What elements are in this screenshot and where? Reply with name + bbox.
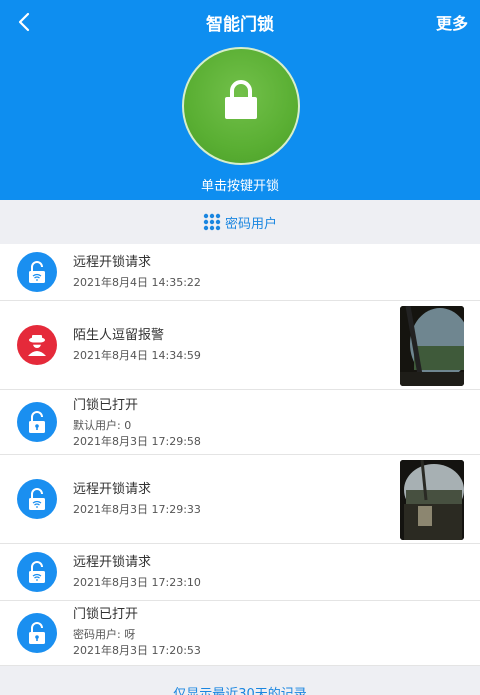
padlock-icon (225, 80, 257, 119)
password-users-button[interactable]: 密码用户 (0, 200, 480, 244)
snapshot-thumbnail[interactable] (400, 460, 464, 540)
unlock-button-label: 单击按键开锁 (200, 179, 279, 194)
list-item[interactable]: 远程开锁请求 2021年8月4日 14:35:22 (0, 244, 480, 301)
record-time: 2021年8月3日 17:23:10 (73, 576, 201, 589)
record-list: 远程开锁请求 2021年8月4日 14:35:22 陌生人逗留报警 2021年8… (0, 244, 480, 666)
record-time: 2021年8月3日 17:29:58 (73, 435, 201, 448)
record-title: 门锁已打开 (73, 398, 139, 413)
more-button[interactable]: 更多 (436, 10, 468, 34)
record-time: 2021年8月3日 17:29:33 (73, 503, 201, 516)
unlock-wifi-icon (17, 252, 57, 292)
unlock-icon (17, 613, 57, 653)
list-item[interactable]: 远程开锁请求 2021年8月3日 17:29:33 (0, 455, 480, 544)
snapshot-thumbnail[interactable] (400, 306, 464, 386)
unlock-button[interactable] (182, 47, 300, 165)
list-item[interactable]: 陌生人逗留报警 2021年8月4日 14:34:59 (0, 301, 480, 390)
keypad-icon (203, 213, 221, 231)
record-time: 2021年8月4日 14:34:59 (73, 349, 201, 362)
unlock-wifi-icon (17, 479, 57, 519)
record-user: 默认用户: 0 (73, 419, 132, 432)
record-time: 2021年8月4日 14:35:22 (73, 276, 201, 289)
record-time: 2021年8月3日 17:20:53 (73, 644, 201, 657)
page-title: 智能门锁 (206, 15, 274, 35)
list-item[interactable]: 门锁已打开 密码用户: 呀 2021年8月3日 17:20:53 (0, 601, 480, 666)
list-item[interactable]: 远程开锁请求 2021年8月3日 17:23:10 (0, 544, 480, 601)
history-note: 仅显示最近30天的记录 (0, 666, 480, 695)
header: 智能门锁 更多 单击按键开锁 (0, 0, 480, 200)
record-title: 远程开锁请求 (73, 482, 152, 497)
record-user: 密码用户: 呀 (73, 628, 136, 641)
record-title: 远程开锁请求 (73, 555, 152, 570)
record-title: 陌生人逗留报警 (73, 328, 165, 343)
password-users-label: 密码用户 (224, 216, 277, 232)
record-title: 门锁已打开 (73, 607, 139, 622)
list-item[interactable]: 门锁已打开 默认用户: 0 2021年8月3日 17:29:58 (0, 390, 480, 455)
record-title: 远程开锁请求 (73, 255, 152, 270)
unlock-wifi-icon (17, 552, 57, 592)
stranger-icon (17, 325, 57, 365)
unlock-icon (17, 402, 57, 442)
